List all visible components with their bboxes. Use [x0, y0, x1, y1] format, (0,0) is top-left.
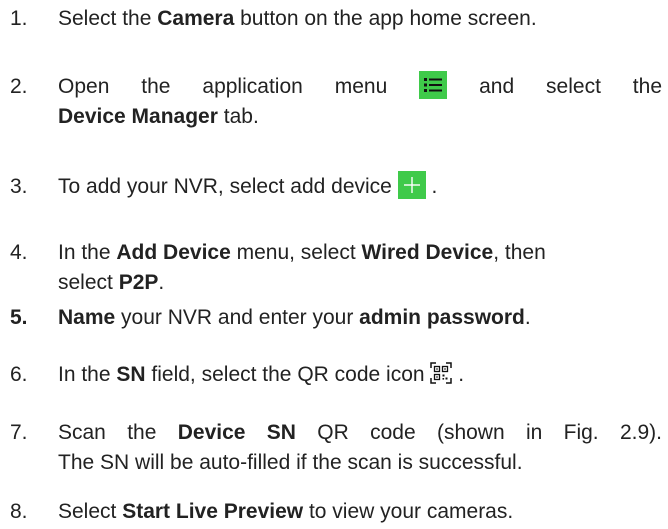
step-number: 5. — [10, 306, 28, 329]
step-number: 4. — [10, 241, 28, 264]
start-live-preview-label: Start Live Preview — [122, 500, 304, 523]
step-number: 8. — [10, 500, 28, 523]
plus-icon — [397, 171, 426, 200]
step-text: Select the Camera button on the app home… — [58, 7, 537, 30]
sn-label: SN — [116, 363, 146, 386]
step-number: 2. — [10, 75, 28, 98]
qr-code-icon — [430, 362, 453, 385]
step-text: In the SN field, select the QR code icon… — [58, 362, 465, 386]
name-label: Name — [58, 306, 116, 329]
step-number: 6. — [10, 363, 28, 386]
menu-list-icon — [419, 71, 448, 100]
step-text: In the Add Device menu, select Wired Dev… — [58, 241, 546, 294]
step-text: Select Start Live Preview to view your c… — [58, 500, 514, 523]
step-text: Scan the Device SN QR code (shown in Fig… — [58, 421, 662, 474]
device-sn-label: Device SN — [177, 421, 296, 444]
step-text: Open the application menu and select the… — [58, 71, 662, 132]
step-text: To add your NVR, select add device . — [58, 171, 662, 202]
step-number: 3. — [10, 175, 28, 198]
device-manager-label: Device Manager — [58, 105, 218, 128]
step-text: Name your NVR and enter your admin passw… — [58, 306, 531, 329]
step-number: 1. — [10, 7, 28, 30]
wired-device-label: Wired Device — [361, 241, 494, 264]
step-number: 7. — [10, 421, 28, 444]
camera-label: Camera — [157, 7, 235, 30]
add-device-label: Add Device — [116, 241, 231, 264]
admin-password-label: admin password — [359, 306, 525, 329]
p2p-label: P2P — [118, 271, 159, 294]
